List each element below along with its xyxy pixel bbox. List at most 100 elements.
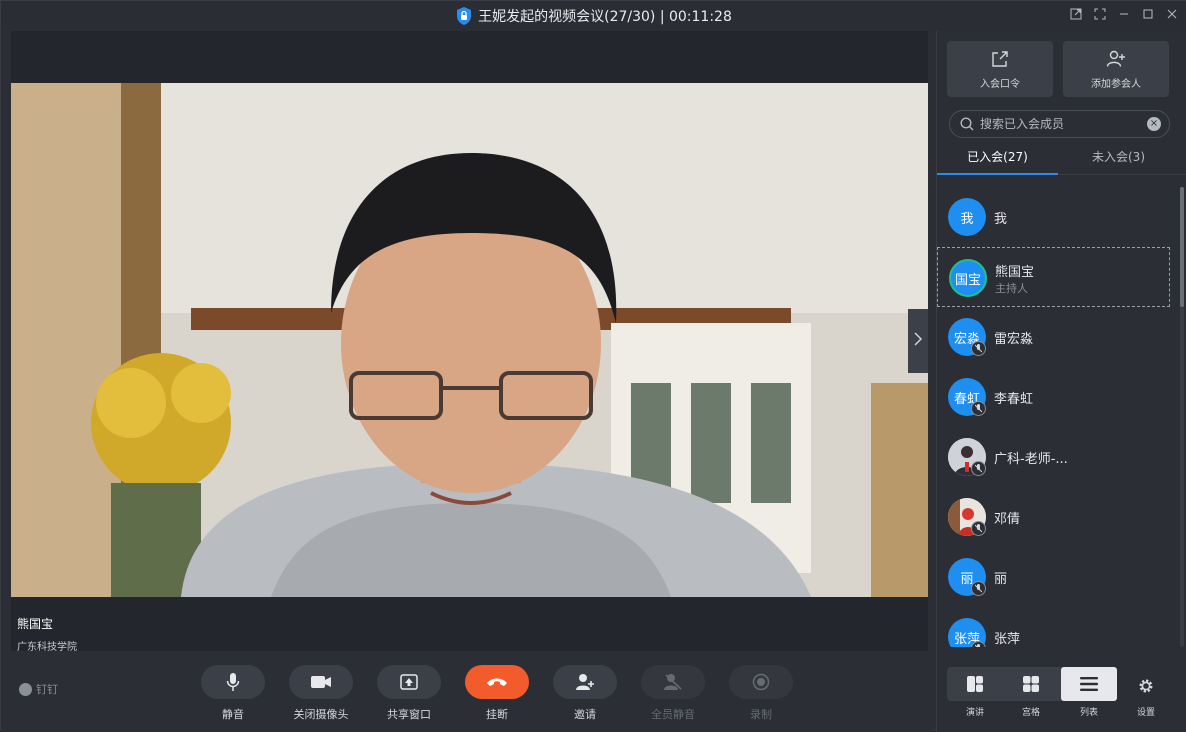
speaker-caption: 熊国宝 广东科技学院 xyxy=(17,615,77,653)
participant-scrollbar[interactable] xyxy=(1180,187,1184,647)
mic-muted-icon xyxy=(971,401,986,416)
list-view-button[interactable] xyxy=(1061,667,1117,701)
hangup-pill[interactable] xyxy=(465,665,529,699)
video-stage: 熊国宝 广东科技学院 xyxy=(11,31,928,653)
collapse-panel-button[interactable] xyxy=(908,309,928,373)
mute-all-pill[interactable] xyxy=(641,665,705,699)
dingtalk-logo-icon xyxy=(19,682,32,696)
mute-all-button[interactable]: 全员静音 xyxy=(641,665,705,722)
share-window-button[interactable]: 共享窗口 xyxy=(377,665,441,722)
participant-name: 熊国宝 xyxy=(995,265,1035,280)
participant-panel: 入会口令 添加参会人 × 已入会(27) 未入会(3) 我 我 国宝 熊国宝 xyxy=(936,31,1186,732)
title-group: 王妮发起的视频会议(27/30) | 00:11:28 xyxy=(456,6,732,26)
share-screen-icon xyxy=(400,674,418,690)
chevron-right-icon xyxy=(913,331,923,351)
speaker-video[interactable] xyxy=(11,83,928,597)
invite-label: 邀请 xyxy=(574,708,596,721)
speaker-name: 熊国宝 xyxy=(17,617,54,631)
mic-muted-icon xyxy=(971,341,986,356)
external-link-icon xyxy=(992,51,1008,67)
participant-name: 李春虹 xyxy=(994,392,1034,407)
list-item[interactable]: 邓倩 xyxy=(937,487,1170,547)
record-label: 录制 xyxy=(750,708,772,721)
mic-muted-icon xyxy=(971,461,986,476)
meeting-code-button[interactable]: 入会口令 xyxy=(947,41,1053,97)
close-icon[interactable] xyxy=(1165,7,1179,21)
tab-joined[interactable]: 已入会(27) xyxy=(937,147,1058,175)
member-search: × xyxy=(949,110,1170,138)
mute-button[interactable]: 静音 xyxy=(201,665,265,722)
microphone-icon xyxy=(226,673,240,691)
speaker-view-label: 演讲 xyxy=(965,708,984,718)
grid-view-button[interactable] xyxy=(1003,667,1059,701)
gear-icon xyxy=(1139,679,1153,693)
window-controls xyxy=(1069,7,1179,21)
list-item[interactable]: 张萍 张萍 xyxy=(937,607,1170,647)
mute-all-label: 全员静音 xyxy=(651,708,695,721)
view-switcher xyxy=(947,667,1117,701)
add-participant-label: 添加参会人 xyxy=(1091,79,1141,90)
mute-all-icon xyxy=(664,674,682,690)
mic-muted-icon xyxy=(971,581,986,596)
fullscreen-icon[interactable] xyxy=(1093,7,1107,21)
record-icon xyxy=(752,673,770,691)
meeting-toolbar: 钉钉 静音 关闭摄像头 共享窗口 挂断 邀请 全员静音 录制 xyxy=(1,651,933,732)
mute-pill[interactable] xyxy=(201,665,265,699)
grid-layout-icon xyxy=(1023,676,1039,692)
search-icon xyxy=(960,117,974,131)
tab-not-joined[interactable]: 未入会(3) xyxy=(1058,147,1179,175)
list-view-label: 列表 xyxy=(1079,708,1098,718)
hangup-label: 挂断 xyxy=(486,708,508,721)
avatar: 我 xyxy=(948,198,986,236)
share-label: 共享窗口 xyxy=(387,708,431,721)
clear-search-icon[interactable]: × xyxy=(1147,117,1161,131)
add-person-icon xyxy=(576,674,594,690)
list-layout-icon xyxy=(1080,677,1098,691)
search-input[interactable] xyxy=(980,117,1140,131)
hangup-phone-icon xyxy=(487,678,507,686)
list-item[interactable]: 国宝 熊国宝 主持人 xyxy=(937,247,1170,307)
meeting-code-label: 入会口令 xyxy=(980,79,1020,90)
list-item[interactable]: 广科-老师-... xyxy=(937,427,1170,487)
participant-name: 我 xyxy=(994,212,1008,227)
camera-icon xyxy=(311,676,331,688)
participant-list: 我 我 国宝 熊国宝 主持人 宏淼 雷宏淼 春虹 李春虹 广科-老师-... 邓… xyxy=(937,187,1177,647)
participant-name: 雷宏淼 xyxy=(994,332,1034,347)
invite-button[interactable]: 邀请 xyxy=(553,665,617,722)
add-participant-button[interactable]: 添加参会人 xyxy=(1063,41,1169,97)
participant-tabs: 已入会(27) 未入会(3) xyxy=(937,147,1186,175)
participant-name: 广科-老师-... xyxy=(994,452,1068,467)
video-frame-image xyxy=(11,83,928,597)
record-pill[interactable] xyxy=(729,665,793,699)
meeting-window: 王妮发起的视频会议(27/30) | 00:11:28 熊国宝 广东科技学院 钉… xyxy=(0,0,1186,732)
avatar: 国宝 xyxy=(949,259,987,297)
participant-name: 丽 xyxy=(994,572,1008,587)
shield-lock-icon xyxy=(457,7,472,25)
camera-off-button[interactable]: 关闭摄像头 xyxy=(289,665,353,722)
record-button[interactable]: 录制 xyxy=(729,665,793,722)
share-pill[interactable] xyxy=(377,665,441,699)
list-item[interactable]: 春虹 李春虹 xyxy=(937,367,1170,427)
participant-name: 邓倩 xyxy=(994,512,1021,527)
brand-label: 钉钉 xyxy=(36,683,58,696)
mic-muted-icon xyxy=(971,521,986,536)
popout-icon[interactable] xyxy=(1069,7,1083,21)
speaker-layout-icon xyxy=(967,676,983,692)
list-item[interactable]: 丽 丽 xyxy=(937,547,1170,607)
speaker-view-button[interactable] xyxy=(947,667,1003,701)
camera-off-label: 关闭摄像头 xyxy=(293,708,349,721)
minimize-icon[interactable] xyxy=(1117,7,1131,21)
add-user-icon xyxy=(1106,50,1125,67)
settings-button[interactable] xyxy=(1133,675,1159,697)
scrollbar-thumb[interactable] xyxy=(1180,187,1184,307)
participant-name: 张萍 xyxy=(994,632,1021,647)
dingtalk-brand: 钉钉 xyxy=(19,681,58,697)
hangup-button[interactable]: 挂断 xyxy=(465,665,529,722)
invite-pill[interactable] xyxy=(553,665,617,699)
settings-label: 设置 xyxy=(1136,708,1155,718)
grid-view-label: 宫格 xyxy=(1021,708,1040,718)
list-item[interactable]: 我 我 xyxy=(937,187,1170,247)
list-item[interactable]: 宏淼 雷宏淼 xyxy=(937,307,1170,367)
maximize-icon[interactable] xyxy=(1141,7,1155,21)
camera-pill[interactable] xyxy=(289,665,353,699)
